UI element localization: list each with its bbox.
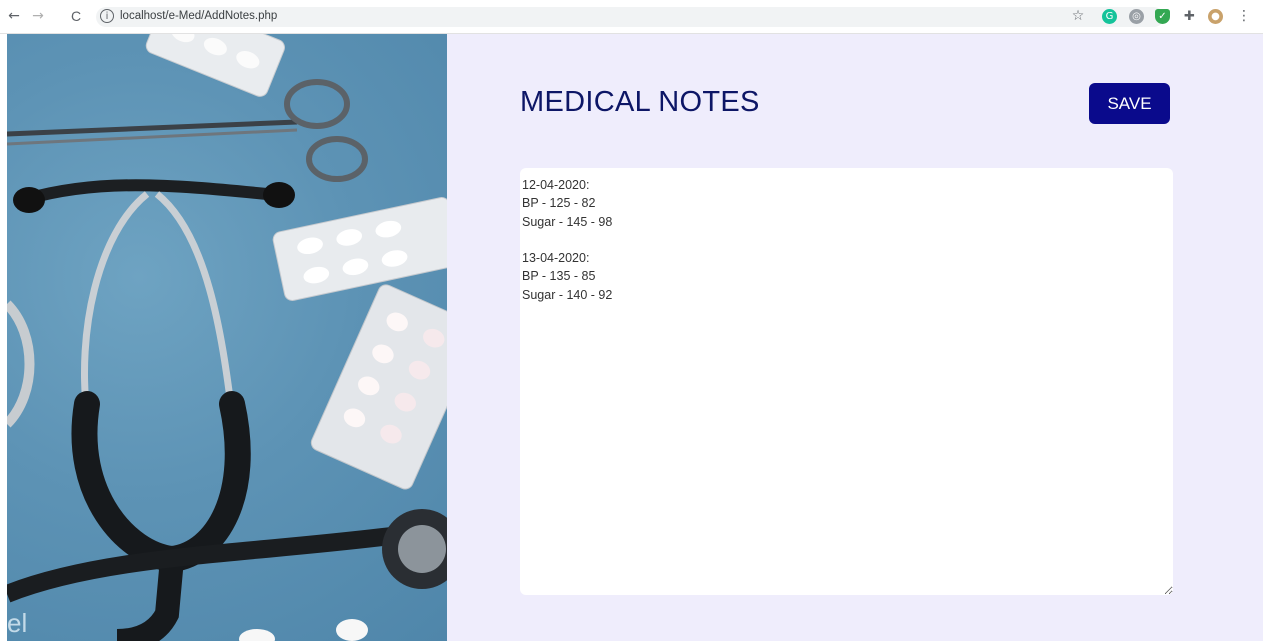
- watermark-text: el: [7, 608, 28, 638]
- profile-icon[interactable]: ●: [1208, 9, 1223, 24]
- shield-icon[interactable]: ✓: [1155, 9, 1170, 24]
- medical-notes-textarea[interactable]: 12-04-2020: BP - 125 - 82 Sugar - 145 - …: [520, 168, 1173, 595]
- reload-icon[interactable]: C: [68, 8, 84, 24]
- url-text[interactable]: localhost/e-Med/AddNotes.php: [120, 10, 277, 22]
- info-icon[interactable]: i: [100, 9, 114, 23]
- save-button[interactable]: SAVE: [1089, 83, 1170, 124]
- page-title: MEDICAL NOTES: [520, 86, 760, 118]
- medical-equipment-image: el: [7, 34, 447, 641]
- stethoscope-illustration: [7, 34, 447, 641]
- puzzle-icon[interactable]: ✚: [1182, 9, 1197, 24]
- forward-icon[interactable]: →: [30, 8, 46, 24]
- menu-icon[interactable]: ⋮: [1236, 8, 1252, 24]
- star-icon[interactable]: ☆: [1070, 8, 1086, 24]
- back-icon[interactable]: ←: [6, 8, 22, 24]
- address-bar[interactable]: i localhost/e-Med/AddNotes.php: [96, 7, 1164, 27]
- notes-panel: MEDICAL NOTES SAVE 12-04-2020: BP - 125 …: [447, 34, 1263, 641]
- browser-toolbar: ← → C i localhost/e-Med/AddNotes.php ☆ G…: [0, 0, 1263, 34]
- extension-icon[interactable]: ◎: [1129, 9, 1144, 24]
- grammarly-icon[interactable]: G: [1102, 9, 1117, 24]
